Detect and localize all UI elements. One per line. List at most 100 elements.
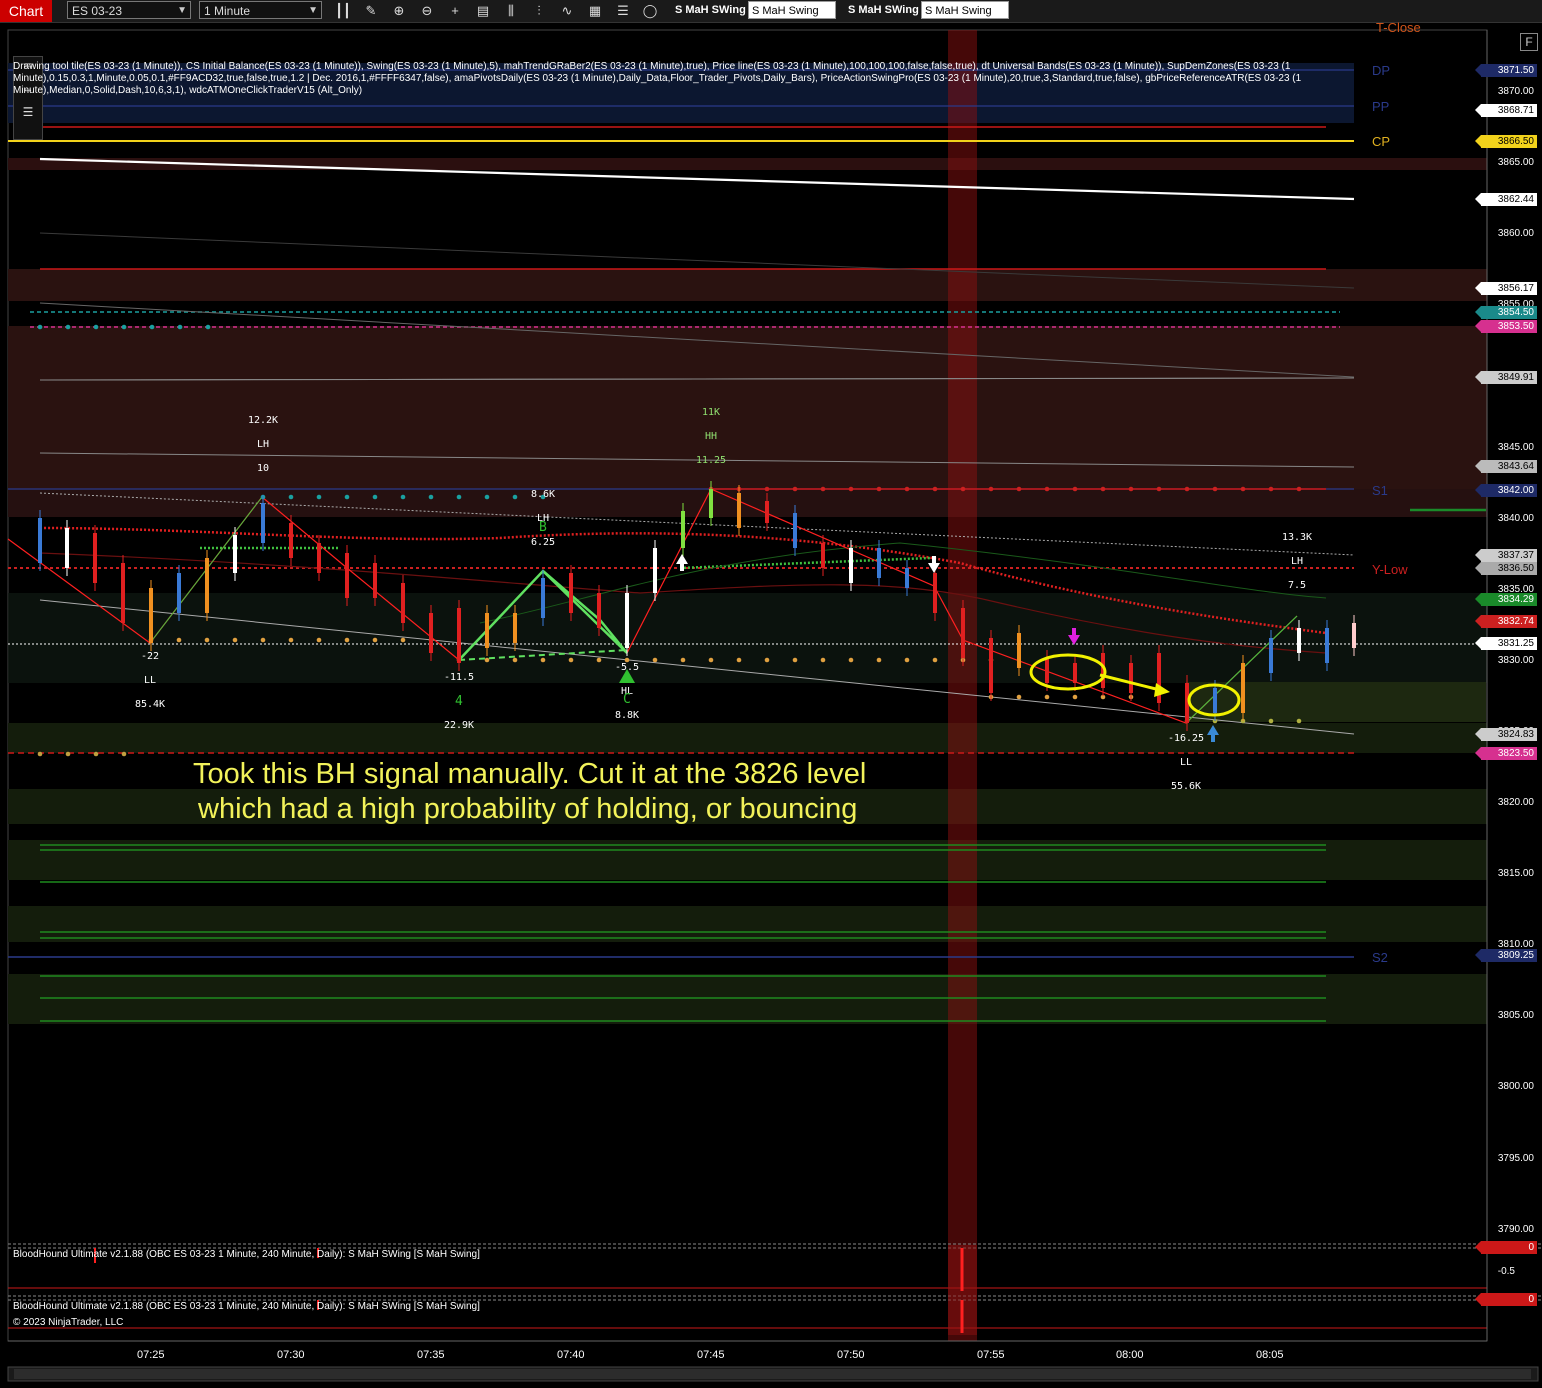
candle-body	[233, 535, 237, 573]
price-tag-value: 3866.50	[1497, 136, 1534, 148]
signal-highlight-bar	[948, 30, 977, 1341]
candle-body	[1045, 658, 1049, 683]
price-tag: 3837.37	[1475, 549, 1537, 563]
scrollbar-thumb[interactable]	[14, 1369, 1531, 1379]
demand-zone	[8, 723, 1487, 753]
swing-dot	[344, 494, 350, 500]
f-button[interactable]: F	[1520, 33, 1538, 51]
swing-dot	[792, 486, 798, 492]
time-tick-label: 07:40	[557, 1349, 585, 1361]
candle-body	[1297, 628, 1301, 653]
swing-button-1[interactable]: S MaH SWing	[672, 1, 749, 19]
swing-dot	[316, 494, 322, 500]
properties-icon[interactable]: ▤	[474, 2, 492, 20]
swing-dot	[1156, 486, 1162, 492]
swing-annotation: 8.6K	[530, 489, 556, 500]
price-tag-value: 3834.29	[1497, 594, 1534, 606]
interval-value: 1 Minute	[204, 4, 251, 18]
pivot-label: DP	[1372, 63, 1391, 78]
price-tick-label: 3840.00	[1497, 512, 1534, 524]
candle-body	[709, 489, 713, 518]
price-tick-label: 3820.00	[1497, 797, 1534, 808]
swing-dot	[904, 657, 910, 663]
price-tag: 3823.50	[1475, 746, 1537, 760]
swing-annotation: -11.5	[443, 672, 475, 683]
time-tick-label: 07:30	[277, 1349, 305, 1361]
menu-icon[interactable]: ☰	[14, 105, 42, 119]
swing-annotation: -5.5	[614, 662, 640, 673]
candle-body	[877, 548, 881, 578]
price-chart-canvas[interactable]	[0, 23, 1542, 1388]
swing-dot	[65, 324, 71, 330]
swing-dot	[177, 324, 183, 330]
indicators-icon[interactable]: ⫼	[502, 2, 520, 20]
swing-button-2[interactable]: S MaH Swing	[748, 1, 836, 19]
strategies-icon[interactable]: ⫶	[530, 2, 548, 20]
swing-dot	[456, 494, 462, 500]
time-tick-label: 08:05	[1256, 1349, 1284, 1361]
crosshair-icon[interactable]: +	[446, 2, 464, 20]
price-tick-label: 3805.00	[1497, 1010, 1534, 1022]
zoom-in-icon[interactable]: ⊕	[390, 2, 408, 20]
swing-dot	[65, 751, 71, 757]
swing-dot	[596, 657, 602, 663]
price-tick-label: 3815.00	[1497, 868, 1534, 880]
instrument-selector[interactable]: ES 03-23 ▼	[67, 1, 191, 19]
candle-body	[345, 553, 349, 598]
candle-body	[485, 613, 489, 648]
pattern-letter-b: B	[539, 520, 547, 535]
swing-dot	[232, 637, 238, 643]
price-tag-value: 3831.25	[1497, 637, 1534, 649]
chart-tab[interactable]: Chart	[0, 0, 52, 22]
swing-dot	[1296, 486, 1302, 492]
swing-dot	[988, 486, 994, 492]
swing-dot	[904, 486, 910, 492]
interval-selector[interactable]: 1 Minute ▼	[199, 1, 322, 19]
line-chart-icon[interactable]: ∿	[558, 2, 576, 20]
candle-body	[121, 563, 125, 623]
supply-zone	[8, 489, 1487, 517]
zoom-out-icon[interactable]: ⊖	[418, 2, 436, 20]
swing-dot	[876, 657, 882, 663]
price-tag-value: 3862.44	[1497, 194, 1534, 205]
swing-button-4[interactable]: S MaH Swing	[921, 1, 1009, 19]
price-tag-value: 3809.25	[1497, 950, 1534, 962]
swing-annotation: 22.9K	[443, 720, 475, 731]
price-tag: 3843.64	[1475, 460, 1537, 474]
swing-dot	[121, 751, 127, 757]
swing-dot	[820, 657, 826, 663]
time-tick-label: 07:45	[697, 1349, 725, 1361]
swing-annotation: -22	[140, 651, 160, 662]
swing-dot	[932, 657, 938, 663]
swing-annotation: -16.25	[1167, 733, 1205, 744]
record-icon[interactable]: ◯	[641, 2, 659, 20]
swing-button-3[interactable]: S MaH SWing	[845, 1, 922, 19]
time-tick-label: 07:55	[977, 1349, 1005, 1361]
swing-dot	[93, 751, 99, 757]
swing-dot	[1016, 486, 1022, 492]
price-tick-label: 3790.00	[1497, 1223, 1534, 1235]
price-tag: 3849.91	[1475, 371, 1537, 385]
bar-style-icon[interactable]: ┃┃	[334, 2, 352, 20]
list-icon[interactable]: ☰	[614, 2, 632, 20]
swing-dot	[764, 486, 770, 492]
candle-body	[849, 548, 853, 583]
swing-annotation: LH	[256, 439, 270, 450]
swing-dot	[400, 494, 406, 500]
swing-dot	[876, 486, 882, 492]
swing-dot	[540, 657, 546, 663]
price-tag-value: 3843.64	[1497, 461, 1534, 473]
swing-dot	[1296, 718, 1302, 724]
swing-dot	[1212, 486, 1218, 492]
template-icon[interactable]: ▦	[586, 2, 604, 20]
pencil-icon[interactable]: ✎	[362, 2, 380, 20]
swing-dot	[1128, 486, 1134, 492]
swing-dot	[176, 637, 182, 643]
swing-dot	[484, 494, 490, 500]
price-tag-value: 3849.91	[1497, 372, 1534, 384]
swing-dot	[1268, 486, 1274, 492]
price-chart-panel[interactable]: ▭ ↔ ☰ Drawing tool tile(ES 03-23 (1 Minu…	[0, 20, 1542, 1388]
price-tag-value: 3824.83	[1497, 728, 1534, 740]
swing-dot	[37, 751, 43, 757]
swing-dot	[848, 486, 854, 492]
